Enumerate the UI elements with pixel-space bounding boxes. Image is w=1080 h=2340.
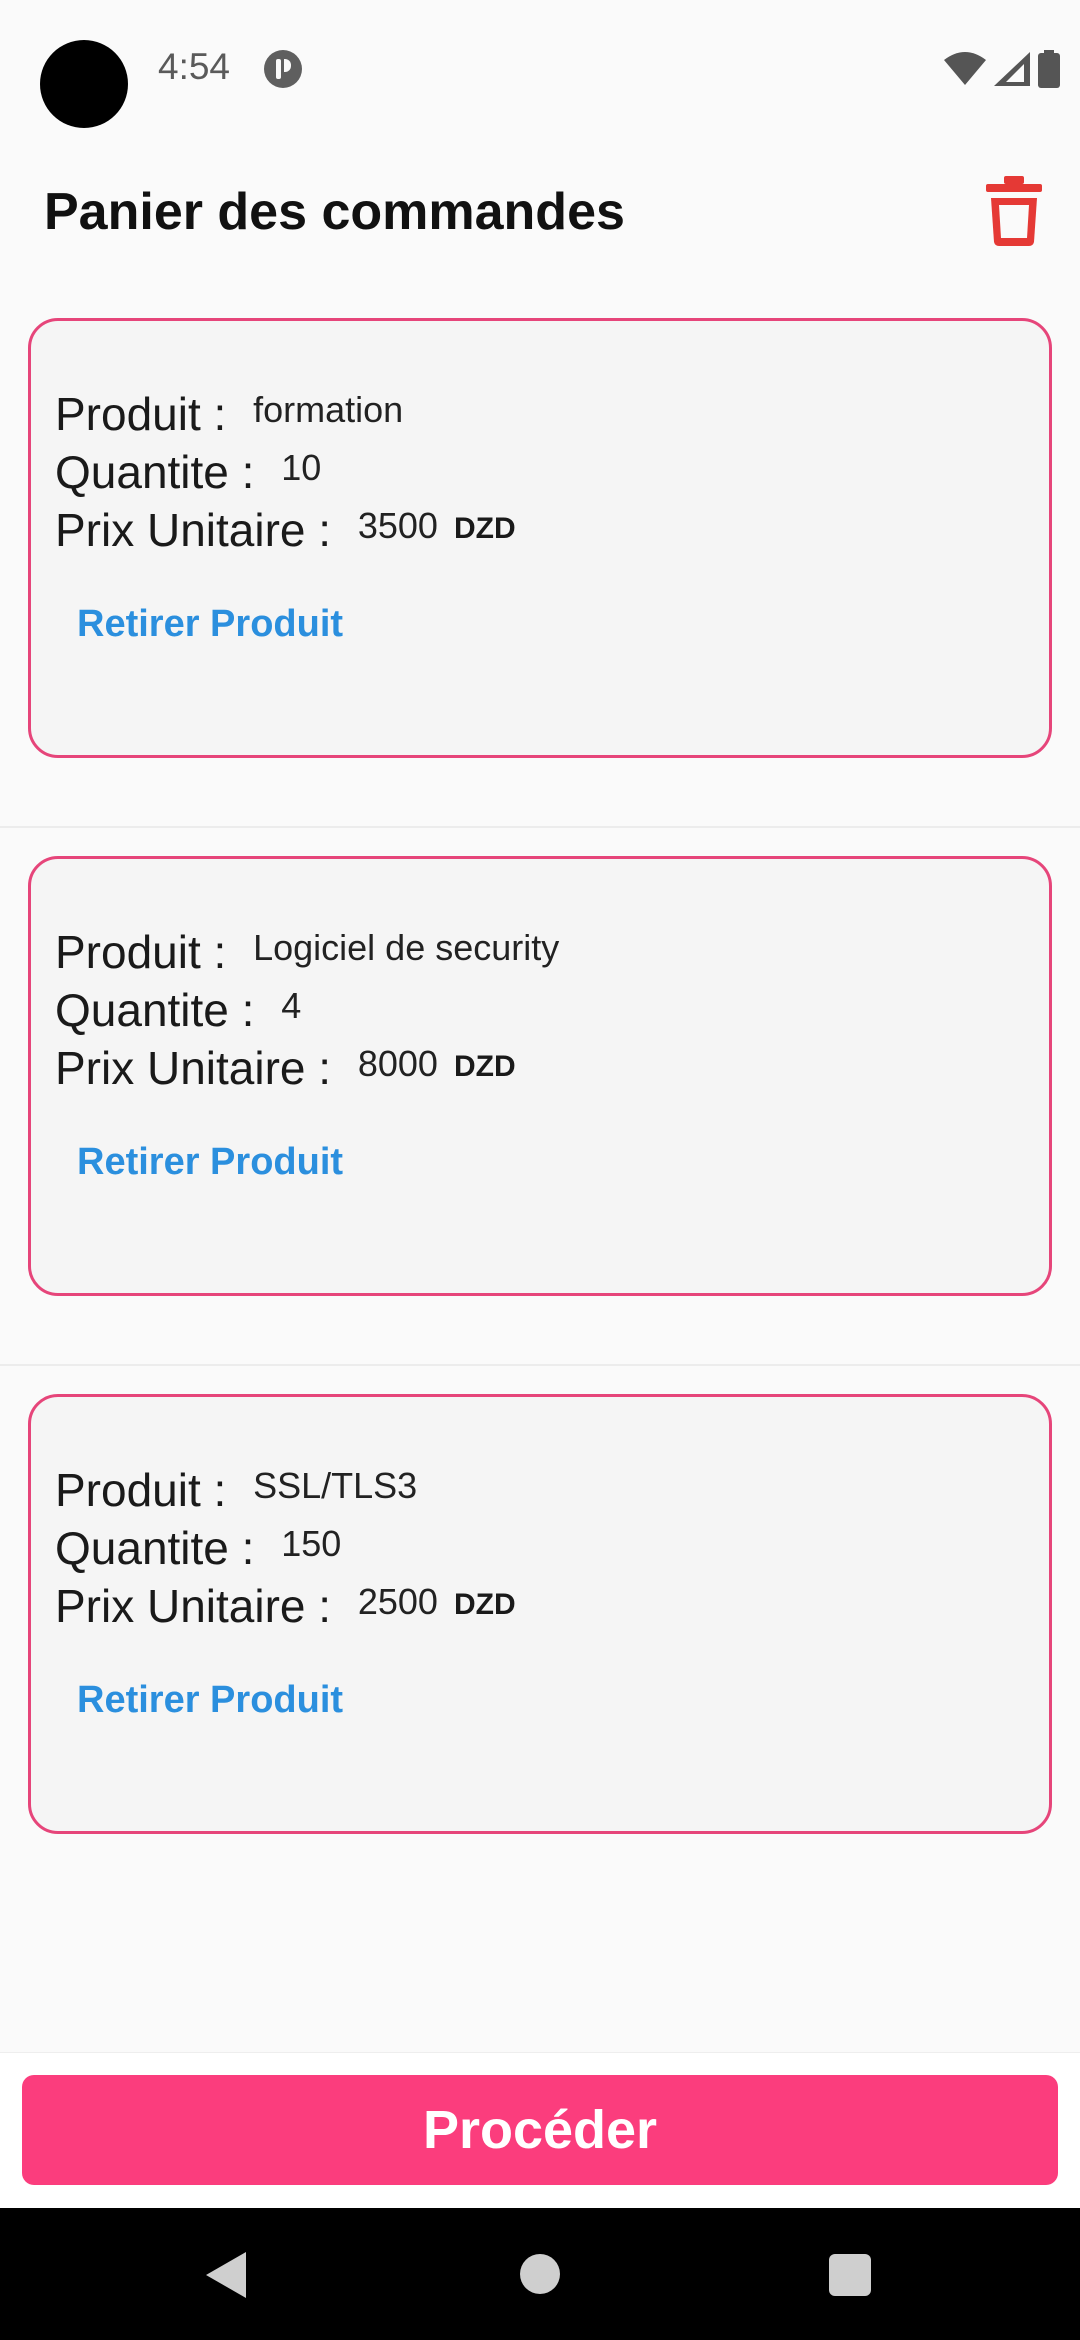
proceed-button[interactable]: Procéder <box>22 2075 1058 2185</box>
status-bar: 4:54 <box>0 0 1080 140</box>
quantity-value: 10 <box>281 447 322 488</box>
page-title: Panier des commandes <box>44 183 625 241</box>
product-name: Logiciel de security <box>253 927 560 968</box>
notification-icon <box>264 50 302 88</box>
camera-cutout <box>40 40 128 128</box>
price-line: Prix Unitaire : 2500 DZD <box>55 1579 516 1633</box>
quantity-line: Quantite : 10 <box>55 445 321 499</box>
product-name: formation <box>253 389 404 430</box>
battery-icon <box>1038 50 1060 88</box>
recents-icon[interactable] <box>829 2254 871 2296</box>
cart-item-card: Produit : formation Quantite : 10 Prix U… <box>28 318 1052 758</box>
product-name: SSL/TLS3 <box>253 1465 418 1506</box>
currency-label: DZD <box>453 1050 516 1083</box>
product-line: Produit : SSL/TLS3 <box>55 1463 417 1517</box>
product-label: Produit : <box>55 388 240 440</box>
quantity-line: Quantite : 4 <box>55 983 301 1037</box>
currency-label: DZD <box>453 1588 516 1621</box>
price-line: Prix Unitaire : 3500 DZD <box>55 503 516 557</box>
bottom-action-bar: Procéder <box>0 2052 1080 2209</box>
unit-price-value: 3500 <box>357 505 438 546</box>
trash-icon <box>986 176 1042 246</box>
unit-price-value: 8000 <box>357 1043 438 1084</box>
product-line: Produit : formation <box>55 387 403 441</box>
home-icon[interactable] <box>520 2254 560 2294</box>
remove-product-button[interactable]: Retirer Produit <box>77 1141 343 1184</box>
wifi-icon <box>944 52 986 85</box>
signal-icon <box>994 52 1030 86</box>
quantity-line: Quantite : 150 <box>55 1521 341 1575</box>
unit-price-label: Prix Unitaire : <box>55 1580 344 1632</box>
product-line: Produit : Logiciel de security <box>55 925 559 979</box>
clear-cart-button[interactable] <box>982 176 1046 246</box>
status-icons <box>944 48 1060 90</box>
cart-item-card: Produit : SSL/TLS3 Quantite : 150 Prix U… <box>28 1394 1052 1834</box>
product-label: Produit : <box>55 926 240 978</box>
price-line: Prix Unitaire : 8000 DZD <box>55 1041 516 1095</box>
currency-label: DZD <box>453 512 516 545</box>
quantity-label: Quantite : <box>55 984 268 1036</box>
remove-product-button[interactable]: Retirer Produit <box>77 1679 343 1722</box>
quantity-value: 150 <box>281 1523 342 1564</box>
product-label: Produit : <box>55 1464 240 1516</box>
cart-item: Produit : formation Quantite : 10 Prix U… <box>0 290 1080 828</box>
quantity-value: 4 <box>281 985 302 1026</box>
system-nav-bar <box>0 2208 1080 2340</box>
quantity-label: Quantite : <box>55 1522 268 1574</box>
cart-item: Produit : SSL/TLS3 Quantite : 150 Prix U… <box>0 1366 1080 1904</box>
unit-price-label: Prix Unitaire : <box>55 1042 344 1094</box>
back-icon[interactable] <box>206 2252 246 2298</box>
unit-price-value: 2500 <box>357 1581 438 1622</box>
cart-list: Produit : formation Quantite : 10 Prix U… <box>0 290 1080 1904</box>
unit-price-label: Prix Unitaire : <box>55 504 344 556</box>
cart-item: Produit : Logiciel de security Quantite … <box>0 828 1080 1366</box>
remove-product-button[interactable]: Retirer Produit <box>77 603 343 646</box>
cart-item-card: Produit : Logiciel de security Quantite … <box>28 856 1052 1296</box>
status-time: 4:54 <box>158 46 231 87</box>
app-header: Panier des commandes <box>0 140 1080 290</box>
quantity-label: Quantite : <box>55 446 268 498</box>
